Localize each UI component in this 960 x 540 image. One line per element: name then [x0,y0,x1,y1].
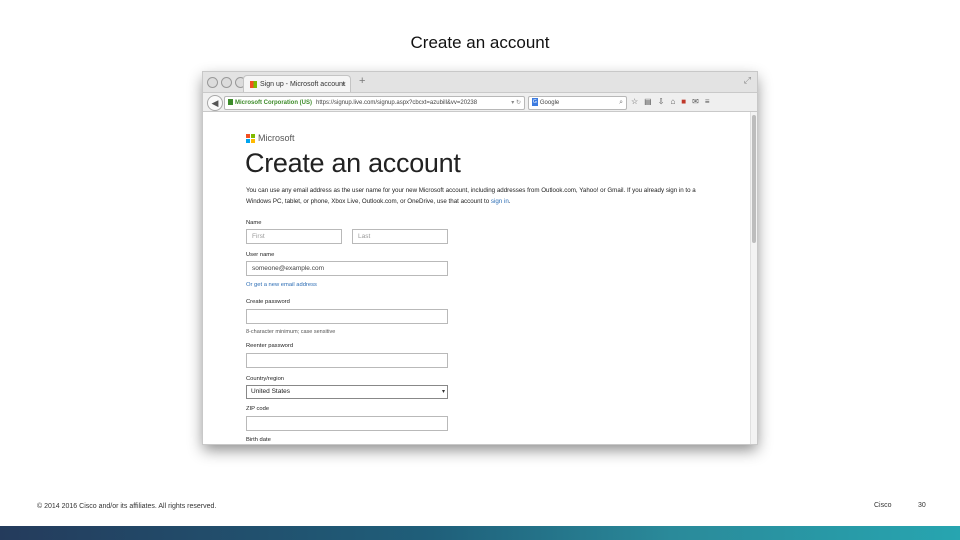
page-content: Microsoft Create an account You can use … [203,112,751,444]
home-icon[interactable]: ⌂ [670,96,675,108]
title-bar: Sign up - Microsoft account × + ⤢ [203,72,757,93]
country-label: Country/region [246,376,285,382]
page-scrollbar[interactable] [750,112,757,444]
search-input[interactable]: Google [540,100,559,106]
toolbar-icons: ☆ ▤ ⇩ ⌂ ■ ✉ ≡ [631,96,710,108]
search-icon[interactable]: ⌕ [619,97,623,109]
intro-body: You can use any email address as the use… [246,187,696,205]
last-name-field[interactable]: Last [352,229,448,244]
address-bar[interactable]: Microsoft Corporation (US) https://signup… [224,96,525,110]
password-hint: 8-character minimum; case sensitive [246,329,336,335]
zip-field[interactable] [246,416,448,431]
create-password-field[interactable] [246,309,448,324]
back-button[interactable]: ◀ [207,95,223,111]
tab-title: Sign up - Microsoft account [260,81,345,88]
microsoft-favicon-icon [250,80,257,88]
search-engine-icon[interactable]: G [532,98,538,107]
browser-tab[interactable]: Sign up - Microsoft account × [243,75,351,92]
navigation-toolbar: ◀ Microsoft Corporation (US) https://sign… [203,93,757,112]
country-select[interactable]: United States ▾ [246,385,448,399]
scrollbar-thumb[interactable] [752,115,756,243]
reenter-password-field[interactable] [246,353,448,368]
microsoft-logo-icon [246,134,255,144]
addon-icon[interactable]: ■ [681,96,686,108]
footer-gradient-bar [0,526,960,540]
back-icon: ◀ [211,98,219,108]
reenter-password-label: Reenter password [246,343,294,349]
intro-end: . [508,198,511,205]
name-label: Name [246,220,262,226]
username-label: User name [246,252,275,258]
microsoft-logo: Microsoft [246,133,295,144]
window-controls [207,77,246,88]
close-window-button[interactable] [207,77,218,88]
country-value: United States [251,388,291,395]
footer-brand: Cisco [874,502,892,509]
intro-text: You can use any email address as the use… [246,185,716,207]
birth-date-label: Birth date [246,437,271,443]
lock-icon [228,99,233,106]
page-number: 30 [918,502,926,509]
chat-icon[interactable]: ✉ [692,96,699,108]
dropdown-arrow-icon[interactable]: ▾ [442,386,445,398]
sign-in-link[interactable]: sign in [491,198,509,205]
reload-icon[interactable]: ▾ ↻ [511,97,521,109]
star-icon[interactable]: ☆ [631,96,638,108]
tab-close-icon[interactable]: × [341,76,346,93]
minimize-window-button[interactable] [221,77,232,88]
new-tab-button[interactable]: + [359,75,365,87]
fullscreen-icon[interactable]: ⤢ [744,75,751,86]
site-identity[interactable]: Microsoft Corporation (US) [235,100,312,106]
slide-title: Create an account [410,33,550,52]
first-name-field[interactable]: First [246,229,342,244]
logo-text: Microsoft [258,133,295,143]
new-email-link[interactable]: Or get a new email address [246,282,317,288]
zip-label: ZIP code [246,406,270,412]
browser-window: Sign up - Microsoft account × + ⤢ ◀ Micr… [203,72,757,444]
create-password-label: Create password [246,299,290,305]
footer-copyright: © 2014 2016 Cisco and/or its affiliates.… [37,503,217,510]
bookmarks-icon[interactable]: ▤ [644,96,652,108]
search-bar[interactable]: G Google ⌕ [528,96,627,110]
url-text[interactable]: https://signup.live.com/signup.aspx?cbcx… [316,100,477,106]
download-icon[interactable]: ⇩ [658,96,665,108]
menu-icon[interactable]: ≡ [705,96,710,108]
page-heading: Create an account [245,148,461,178]
username-field[interactable]: someone@example.com [246,261,448,276]
